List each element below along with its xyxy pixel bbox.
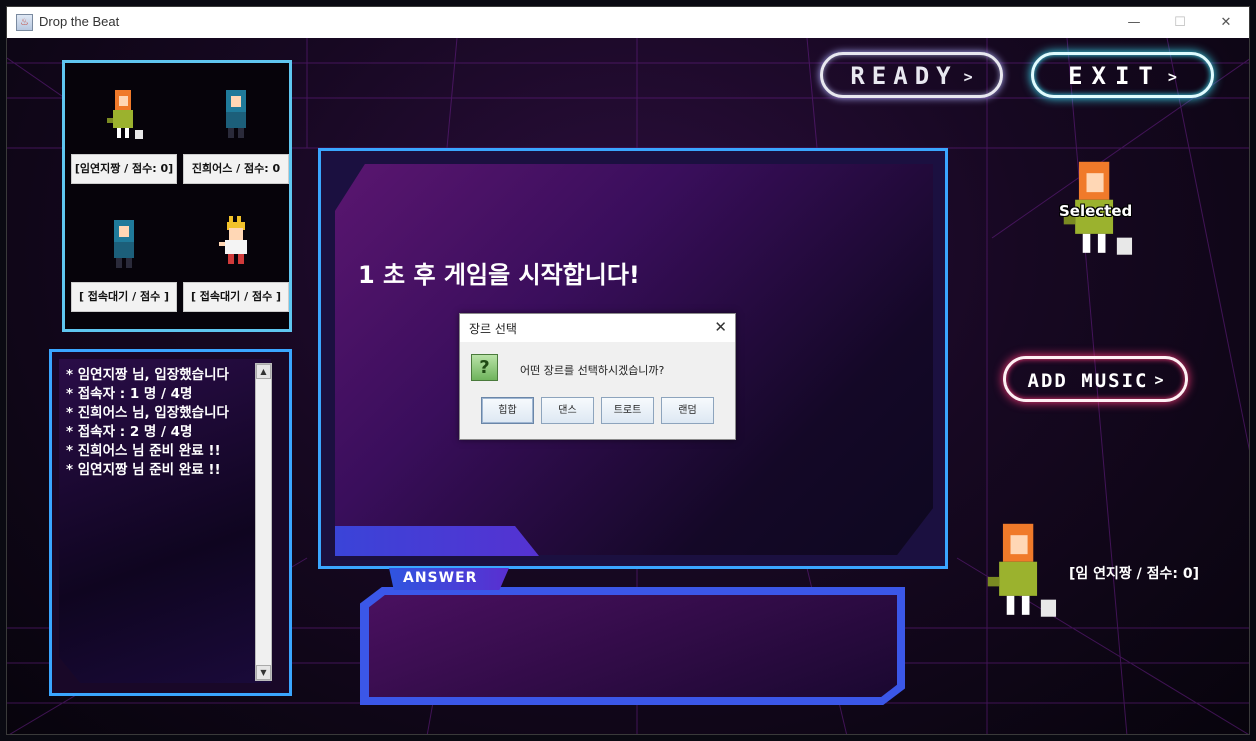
java-app-icon: ♨	[16, 14, 33, 31]
dialog-title-bar[interactable]: 장르 선택 ✕	[460, 314, 735, 342]
title-bar[interactable]: ♨ Drop the Beat — ☐ ✕	[7, 7, 1249, 38]
game-stage: [임연지짱 / 점수: 0] 진희어스 / 점수: 0 [ 접속대기 / 점수 …	[7, 38, 1249, 734]
chat-line: * 진희어스 님, 입장했습니다	[66, 405, 229, 421]
chat-log: * 임연지짱 님, 입장했습니다 * 접속자 : 1 명 / 4명 * 진희어스…	[66, 366, 229, 480]
my-character-sprite	[987, 523, 1057, 617]
genre-dance-button[interactable]: 댄스	[541, 397, 594, 424]
question-icon: ?	[471, 354, 498, 381]
chat-line: * 접속자 : 1 명 / 4명	[66, 386, 193, 402]
answer-label: ANSWER	[403, 570, 478, 586]
countdown-message: 1 초 후 게임을 시작합니다!	[358, 261, 640, 289]
chat-panel: * 임연지짱 님, 입장했습니다 * 접속자 : 1 명 / 4명 * 진희어스…	[49, 349, 292, 696]
blonde-spiky-boy-sprite	[219, 216, 247, 264]
ready-label: READY	[850, 62, 958, 90]
window-title: Drop the Beat	[39, 14, 120, 29]
dialog-title: 장르 선택	[469, 322, 517, 336]
player-nameplate: 진희어스 / 점수: 0	[183, 154, 289, 184]
chevron-right-icon: >	[1154, 371, 1164, 389]
close-icon[interactable]: ✕	[714, 318, 727, 336]
chat-line: * 임연지짱 님, 입장했습니다	[66, 367, 229, 383]
close-icon[interactable]: ✕	[1203, 7, 1249, 38]
maximize-icon[interactable]: ☐	[1157, 7, 1203, 38]
chevron-right-icon: >	[1167, 68, 1177, 86]
player-slots-panel: [임연지짱 / 점수: 0] 진희어스 / 점수: 0 [ 접속대기 / 점수 …	[62, 60, 292, 332]
player-nameplate: [ 접속대기 / 점수 ]	[183, 282, 289, 312]
chat-line: * 접속자 : 2 명 / 4명	[66, 424, 193, 440]
dialog-message: 어떤 장르를 선택하시겠습니까?	[520, 364, 665, 377]
exit-label: EXIT	[1068, 62, 1162, 90]
player-nameplate: [ 접속대기 / 점수 ]	[71, 282, 177, 312]
genre-select-dialog: 장르 선택 ✕ ? 어떤 장르를 선택하시겠습니까? 힙합 댄스 트로트 랜덤	[459, 313, 736, 440]
scroll-down-icon[interactable]: ▼	[256, 665, 271, 680]
app-window: ♨ Drop the Beat — ☐ ✕ [임연지짱 / 점수: 0] 진희어…	[6, 6, 1250, 735]
chat-line: * 임연지짱 님 준비 완료 !!	[66, 462, 221, 478]
exit-button[interactable]: EXIT >	[1031, 52, 1214, 98]
selected-label: Selected	[1059, 202, 1133, 220]
scroll-up-icon[interactable]: ▲	[256, 364, 271, 379]
add-music-button[interactable]: ADD MUSIC >	[1003, 356, 1188, 402]
add-music-label: ADD MUSIC	[1027, 370, 1149, 392]
chevron-right-icon: >	[963, 68, 973, 86]
chat-line: * 진희어스 님 준비 완료 !!	[66, 443, 221, 459]
chat-scrollbar[interactable]: ▲ ▼	[255, 363, 272, 681]
minimize-icon[interactable]: —	[1111, 7, 1157, 38]
my-player-label: [임 연지짱 / 점수: 0]	[1069, 566, 1200, 582]
genre-trot-button[interactable]: 트로트	[601, 397, 654, 424]
answer-input[interactable]	[369, 595, 897, 697]
ready-button[interactable]: READY >	[820, 52, 1003, 98]
genre-random-button[interactable]: 랜덤	[661, 397, 714, 424]
genre-hiphop-button[interactable]: 힙합	[481, 397, 534, 424]
blue-hood-boy-sprite	[114, 220, 134, 268]
orange-hair-girl-sprite	[107, 90, 143, 139]
blue-hood-boy-sprite	[226, 90, 246, 138]
player-nameplate: [임연지짱 / 점수: 0]	[71, 154, 177, 184]
